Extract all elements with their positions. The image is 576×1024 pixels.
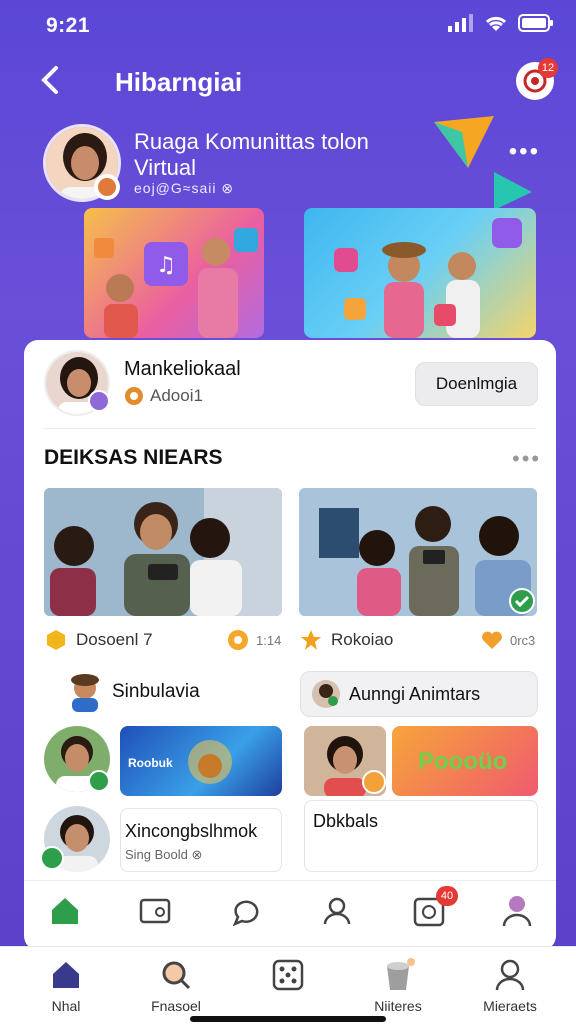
photo-2-label: Rokoiao xyxy=(331,630,394,649)
user-2-status xyxy=(362,770,386,794)
user-name-2: Dbkbals xyxy=(313,811,379,831)
gallery-icon[interactable] xyxy=(138,894,172,928)
people-icon[interactable] xyxy=(320,894,354,928)
group-photo-image xyxy=(44,488,282,616)
dice-icon xyxy=(272,959,304,991)
check-badge xyxy=(509,588,535,614)
user-card-2[interactable]: Dbkbals xyxy=(304,800,538,872)
photo-1-stat: 1:14 xyxy=(226,628,281,652)
back-button[interactable] xyxy=(36,62,72,98)
coin-icon xyxy=(125,387,143,405)
host-name: Mankeliokaal xyxy=(124,358,241,380)
home-indicator[interactable] xyxy=(190,1016,386,1022)
heart-icon xyxy=(482,631,502,649)
group-photo-image xyxy=(299,488,537,616)
svg-text:♫: ♫ xyxy=(156,253,176,278)
battery-icon xyxy=(518,14,553,32)
inner-nav xyxy=(24,880,556,946)
host-status-dot xyxy=(88,390,110,412)
section-more-button[interactable]: ••• xyxy=(512,446,541,472)
clock-badge: 40 xyxy=(436,886,458,906)
photo-card-2[interactable] xyxy=(299,488,537,616)
notification-button[interactable]: 12 xyxy=(516,58,558,100)
search-icon xyxy=(162,961,191,990)
user-name-1: Xincongbslhmok xyxy=(125,821,258,841)
status-time: 9:21 xyxy=(46,14,91,37)
banner-left[interactable]: ♫ xyxy=(84,208,264,338)
photo-2-stat: 0rc3 xyxy=(480,628,535,652)
host-role-row: Adooi1 xyxy=(124,386,203,406)
star-icon xyxy=(301,630,321,650)
notification-badge: 12 xyxy=(538,58,558,78)
chip-1-label: Sinbulavia xyxy=(112,681,200,702)
verified-badge xyxy=(94,174,120,200)
tab-interests-label: Niiteres xyxy=(374,998,422,1014)
user-sub-1: Sing Boold ⊗ xyxy=(125,847,203,862)
chip-1[interactable]: Sinbulavia xyxy=(68,672,200,712)
triangle-decor-icon xyxy=(434,116,494,168)
promo-banner-2[interactable]: Poooüo xyxy=(392,726,538,796)
user-3-status xyxy=(40,846,64,870)
emoji-icon xyxy=(228,630,248,650)
user-icon xyxy=(495,959,525,991)
check-icon xyxy=(514,595,530,608)
photo-1-count: 1:14 xyxy=(256,632,282,648)
chip-2-label: Aunngi Animtars xyxy=(349,683,481,704)
person-avatar-icon xyxy=(312,680,340,708)
tab-profile-label: Mieraets xyxy=(483,998,537,1014)
clock-button[interactable]: 40 xyxy=(412,886,458,928)
section-title: DEIKSAS NIEARS xyxy=(44,446,223,469)
bucket-icon xyxy=(387,958,415,990)
kids-dance-illustration xyxy=(334,218,522,338)
wifi-icon xyxy=(485,16,507,31)
chevron-left-icon xyxy=(41,66,58,94)
photo-1-meta: Dosoenl 7 xyxy=(44,628,153,652)
photo-2-count: 0rc3 xyxy=(510,632,536,648)
room-title: Ruaga Komunittas tolon Virtual xyxy=(134,129,369,180)
badge-icon xyxy=(98,178,116,196)
home-icon[interactable] xyxy=(48,894,82,928)
signal-icon xyxy=(448,14,473,32)
photo-2-meta: Rokoiao xyxy=(299,628,393,652)
divider xyxy=(44,428,536,429)
status-icons xyxy=(448,14,554,32)
photo-card-1[interactable] xyxy=(44,488,282,616)
page-title: Hibarngiai xyxy=(115,67,243,97)
promo-2-text: Poooüo xyxy=(418,748,508,775)
tab-home-label: Nhal xyxy=(51,998,81,1014)
promo-banner-1[interactable]: Roobuk xyxy=(120,726,282,796)
photo-1-label: Dosoenl 7 xyxy=(76,630,153,649)
kids-music-illustration: ♫ xyxy=(94,228,258,338)
home-icon xyxy=(53,962,79,988)
banner-right[interactable] xyxy=(304,208,536,338)
profile-icon[interactable] xyxy=(500,892,534,928)
tab-search-label: Fnasoel xyxy=(151,998,201,1014)
user-card-1[interactable]: Xincongbslhmok Sing Boold ⊗ xyxy=(120,808,282,872)
room-subtitle: eoj@G≈saii ⊗ xyxy=(134,180,235,196)
chip-2[interactable]: Aunngi Animtars xyxy=(300,671,538,717)
promo-1-text: Roobuk xyxy=(128,756,173,770)
follow-button[interactable]: Doenlmgia xyxy=(415,362,538,406)
user-1-status xyxy=(88,770,110,792)
more-options-button[interactable]: ••• xyxy=(509,138,540,166)
character-icon xyxy=(71,674,99,712)
host-role: Adooi1 xyxy=(150,386,203,405)
hexagon-icon xyxy=(47,630,65,650)
chat-icon[interactable] xyxy=(230,894,264,928)
